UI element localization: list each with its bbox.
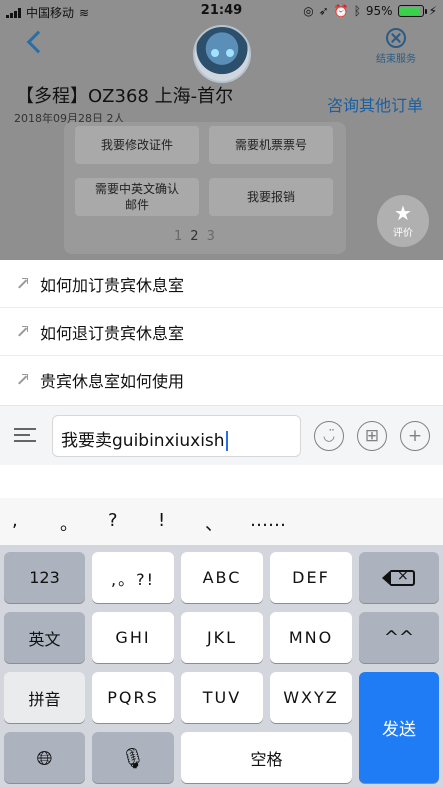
mic-key[interactable]: 🎙︎ [92, 732, 174, 783]
message-input[interactable]: 我要卖guibinxiuxish [52, 415, 301, 457]
composer-bar: 我要卖guibinxiuxish ◡̈ ⊞ + [0, 405, 443, 465]
space-key[interactable]: 空格 [181, 732, 352, 783]
end-service-label: 结束服务 [376, 54, 416, 65]
text-caret [225, 431, 228, 451]
location-icon: ➶ [318, 4, 329, 18]
message-input-text: 我要卖guibinxiuxish [61, 431, 225, 451]
suggestion-list: 如何加订贵宾休息室 如何退订贵宾休息室 贵宾休息室如何使用 [0, 260, 443, 405]
key-punct[interactable]: ,。?! [92, 552, 174, 603]
candidate-bar: , 。 ? ! 、 …… [0, 498, 443, 545]
key-jkl[interactable]: JKL [181, 612, 263, 663]
menu-icon[interactable] [14, 428, 36, 444]
modify-id-button[interactable]: 我要修改证件 [75, 126, 199, 164]
key-pqrs[interactable]: PQRS [92, 672, 174, 723]
key-abc[interactable]: ABC [181, 552, 263, 603]
page-3[interactable]: 3 [207, 229, 223, 244]
bluetooth-icon: ᛒ [353, 4, 361, 18]
lock-rotation-icon: ◎ [303, 4, 314, 18]
rate-button[interactable]: ★ 评价 [377, 195, 429, 247]
suggestion-item[interactable]: 如何退订贵宾休息室 [0, 308, 443, 356]
consult-other-orders-link[interactable]: 咨询其他订单 [327, 92, 423, 116]
star-icon: ★ [394, 201, 412, 225]
close-circle-icon [386, 28, 406, 48]
gift-icon[interactable]: ⊞ [357, 421, 387, 451]
arrow-up-right-icon [16, 325, 28, 338]
key-emoticon[interactable]: ^^ [359, 612, 439, 663]
back-icon[interactable] [26, 30, 50, 54]
candidate-comma[interactable]: , [12, 510, 18, 531]
key-123[interactable]: 123 [4, 552, 85, 603]
page-1[interactable]: 1 [174, 229, 190, 244]
key-wxyz[interactable]: WXYZ [270, 672, 352, 723]
page-2[interactable]: 2 [190, 229, 206, 244]
delete-key[interactable] [359, 552, 439, 603]
alarm-icon: ⏰ [333, 4, 349, 18]
pager: 123 [174, 229, 223, 244]
candidate-question[interactable]: ? [108, 510, 118, 531]
rate-label: 评价 [393, 228, 413, 239]
key-def[interactable]: DEF [270, 552, 352, 603]
keyboard-gap [0, 465, 443, 498]
globe-icon: 🌐︎ [36, 745, 53, 770]
send-key[interactable]: 发送 [359, 672, 439, 783]
suggestion-label: 贵宾休息室如何使用 [40, 372, 185, 391]
plus-icon[interactable]: + [400, 421, 430, 451]
key-tuv[interactable]: TUV [181, 672, 263, 723]
suggestion-item[interactable]: 如何加订贵宾休息室 [0, 260, 443, 308]
key-ghi[interactable]: GHI [92, 612, 174, 663]
globe-key[interactable]: 🌐︎ [4, 732, 85, 783]
microphone-icon: 🎙︎ [120, 745, 146, 770]
confirmation-email-button[interactable]: 需要中英文确认邮件 [75, 178, 199, 216]
backspace-icon [382, 568, 415, 586]
chat-header-overlay: 中国移动 ≋ 21:49 ◎ ➶ ⏰ ᛒ 95% ⚡ 结束服务 【多程】OZ36… [0, 0, 443, 260]
candidate-pause[interactable]: 、 [205, 510, 223, 536]
emoji-icon[interactable]: ◡̈ [314, 421, 344, 451]
key-english[interactable]: 英文 [4, 612, 85, 663]
status-bar: 中国移动 ≋ 21:49 ◎ ➶ ⏰ ᛒ 95% ⚡ [0, 0, 443, 22]
candidate-period[interactable]: 。 [60, 510, 78, 536]
keyboard: 123 ,。?! ABC DEF 英文 GHI JKL MNO ^^ 拼音 PQ… [0, 545, 443, 787]
suggestion-label: 如何加订贵宾休息室 [40, 275, 185, 295]
reimbursement-button[interactable]: 我要报销 [209, 178, 333, 216]
charging-icon: ⚡ [428, 4, 437, 18]
battery-percent: 95% [365, 4, 393, 18]
robot-avatar [193, 25, 251, 83]
arrow-up-right-icon [16, 277, 28, 290]
arrow-up-right-icon [16, 374, 28, 386]
order-title: 【多程】OZ368 上海-首尔 [16, 86, 234, 107]
suggestion-item[interactable]: 贵宾休息室如何使用 [0, 356, 443, 404]
key-mno[interactable]: MNO [270, 612, 352, 663]
battery-icon [397, 5, 427, 17]
ticket-number-button[interactable]: 需要机票票号 [209, 126, 333, 164]
candidate-ellipsis[interactable]: …… [250, 510, 286, 531]
candidate-exclaim[interactable]: ! [158, 510, 165, 531]
end-service-button[interactable]: 结束服务 [371, 28, 421, 65]
suggestion-label: 如何退订贵宾休息室 [40, 323, 185, 343]
key-pinyin[interactable]: 拼音 [4, 672, 85, 723]
